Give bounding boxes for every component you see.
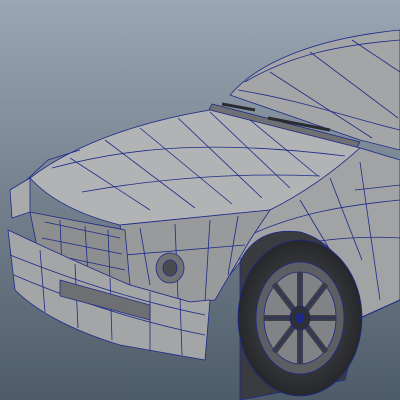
maya-viewport[interactable]: [0, 0, 400, 400]
car-wireframe-render: [0, 0, 400, 400]
front-wheel: [237, 239, 363, 397]
